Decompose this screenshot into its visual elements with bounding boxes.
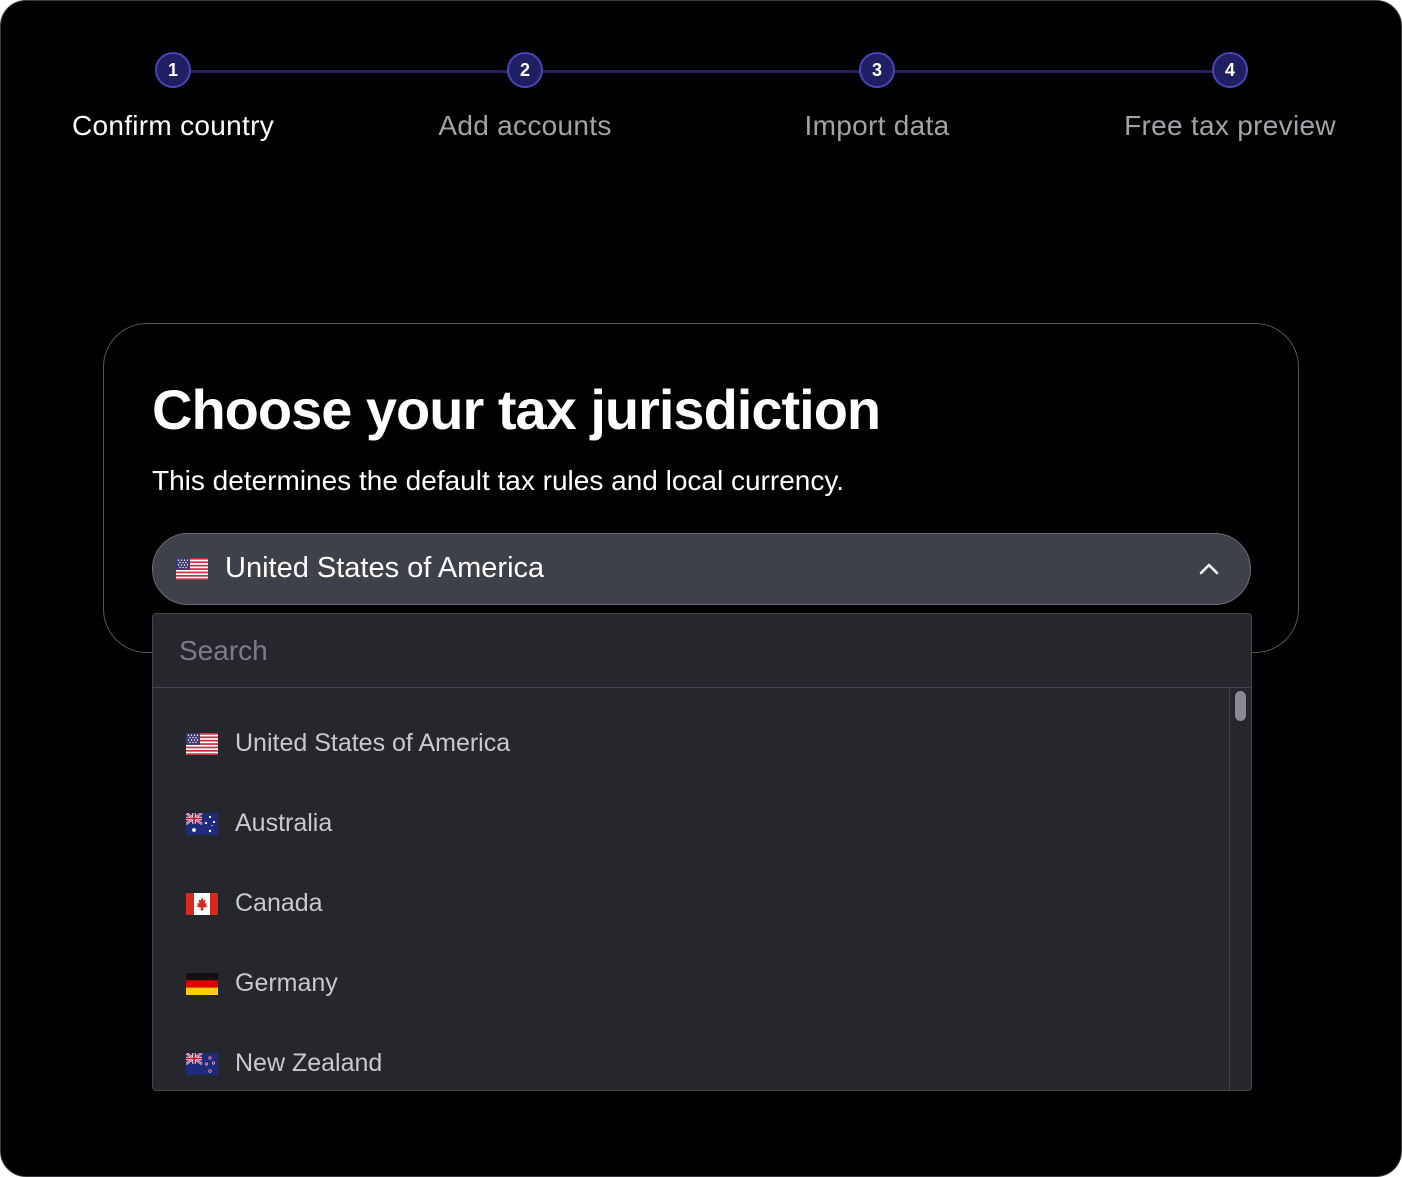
dropdown-scrollbar[interactable]	[1229, 689, 1251, 1090]
scrollbar-thumb[interactable]	[1235, 691, 1246, 721]
step-import-data: 3 Import data	[697, 52, 1057, 142]
page-subtitle: This determines the default tax rules an…	[152, 465, 845, 496]
step-number-badge: 3	[859, 52, 895, 88]
step-number-badge: 2	[507, 52, 543, 88]
step-number-badge: 1	[155, 52, 191, 88]
option-australia[interactable]: Australia	[153, 769, 1229, 849]
step-confirm-country: 1 Confirm country	[1, 52, 353, 142]
step-label: Confirm country	[71, 110, 275, 141]
country-select[interactable]: United States of America	[152, 533, 1251, 605]
country-dropdown: United States of America	[152, 613, 1252, 1091]
option-label: Canada	[235, 889, 323, 917]
step-label: Add accounts	[438, 110, 612, 141]
option-germany[interactable]: Germany	[153, 929, 1229, 1009]
nz-flag-icon	[185, 1052, 218, 1080]
option-label: United States of America	[235, 729, 511, 757]
us-flag-icon	[186, 733, 218, 760]
au-flag-icon	[185, 812, 218, 840]
option-label: Germany	[235, 969, 338, 997]
de-flag-icon	[186, 973, 218, 1000]
step-label: Free tax preview	[1124, 110, 1336, 141]
country-options-list: United States of America Australia Canad…	[153, 689, 1229, 1090]
option-canada[interactable]: Canada	[153, 849, 1229, 929]
option-label: Australia	[235, 809, 333, 837]
app-window: 1 Confirm country 2 Add accounts 3 Impor…	[0, 0, 1402, 1177]
step-free-tax-preview: 4 Free tax preview	[1050, 52, 1401, 142]
ca-flag-icon	[186, 893, 218, 920]
page-title: Choose your tax jurisdiction	[152, 378, 881, 441]
chevron-up-icon[interactable]	[1198, 558, 1220, 585]
option-united-states[interactable]: United States of America	[153, 689, 1229, 769]
step-number-badge: 4	[1212, 52, 1248, 88]
option-new-zealand[interactable]: New Zealand	[153, 1009, 1229, 1089]
step-add-accounts: 2 Add accounts	[345, 52, 705, 142]
step-label: Import data	[804, 110, 950, 141]
us-flag-icon	[176, 558, 208, 585]
search-input[interactable]	[153, 614, 1251, 688]
option-label: New Zealand	[235, 1049, 383, 1077]
selected-country-label: United States of America	[225, 552, 545, 584]
